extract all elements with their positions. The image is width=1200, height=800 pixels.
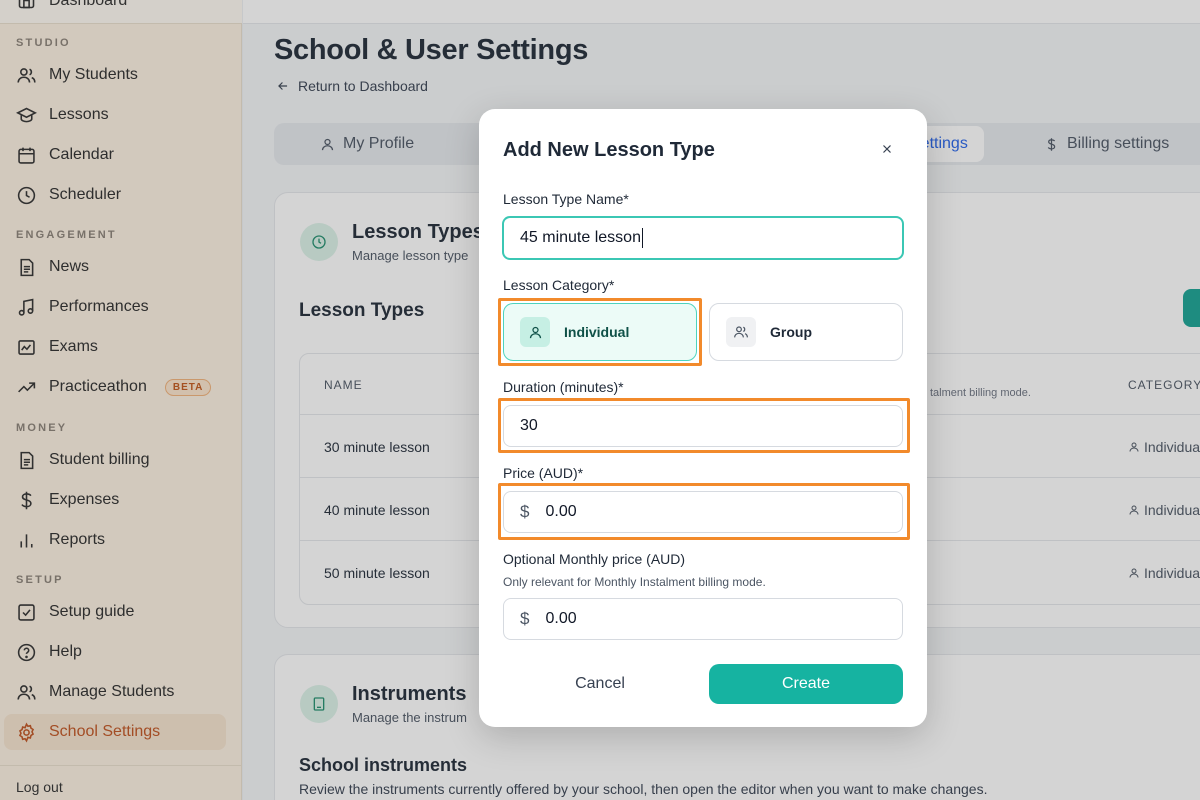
- category-option-group[interactable]: Group: [709, 303, 903, 361]
- duration-label: Duration (minutes)*: [503, 379, 624, 395]
- category-option-label: Group: [770, 324, 812, 340]
- input-value: 45 minute lesson: [520, 229, 641, 246]
- text-caret: [641, 228, 643, 248]
- highlight-duration: [498, 398, 910, 453]
- dollar-icon: $: [520, 609, 530, 628]
- add-lesson-type-modal: Add New Lesson Type Lesson Type Name* 45…: [479, 109, 927, 727]
- input-value: 0.00: [545, 610, 577, 627]
- price-label: Price (AUD)*: [503, 465, 584, 481]
- monthly-price-hint: Only relevant for Monthly Instalment bil…: [503, 575, 766, 589]
- highlight-price: [498, 483, 910, 540]
- users-icon: [726, 317, 756, 347]
- cancel-button[interactable]: Cancel: [503, 664, 697, 704]
- lesson-category-label: Lesson Category*: [503, 277, 615, 293]
- lesson-type-name-input[interactable]: 45 minute lesson: [502, 216, 904, 260]
- monthly-price-label: Optional Monthly price (AUD): [503, 551, 686, 567]
- modal-title: Add New Lesson Type: [503, 139, 715, 161]
- close-button[interactable]: [877, 139, 897, 159]
- lesson-type-name-label: Lesson Type Name*: [503, 191, 629, 207]
- monthly-price-input[interactable]: $ 0.00: [503, 598, 903, 640]
- create-button[interactable]: Create: [709, 664, 903, 704]
- close-icon: [883, 145, 891, 153]
- highlight-category: [498, 298, 702, 366]
